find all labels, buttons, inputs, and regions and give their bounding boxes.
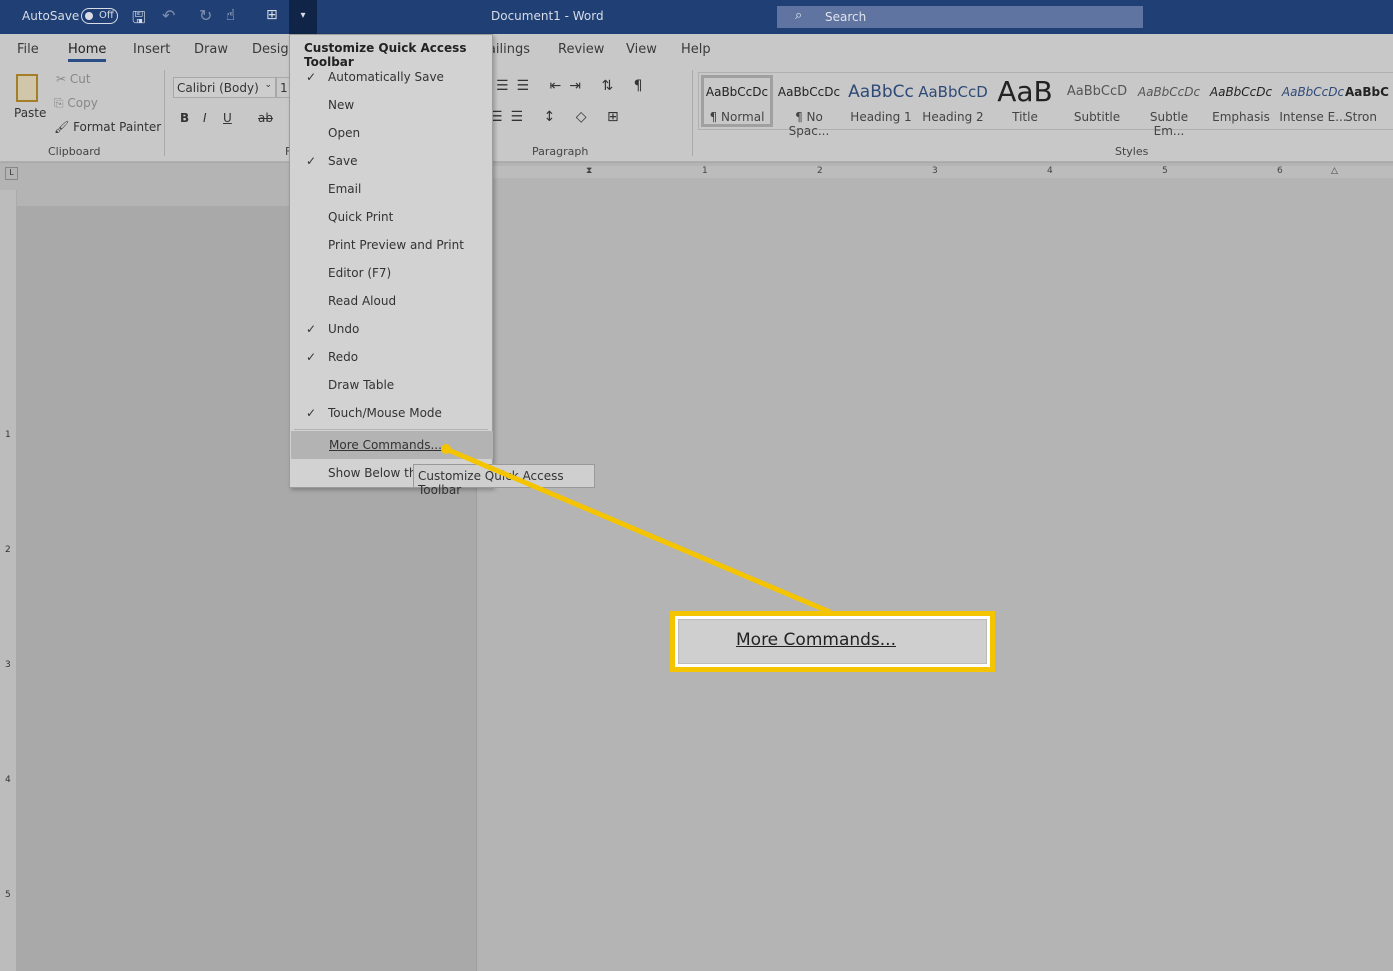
callout-label: More Commands... (736, 630, 896, 650)
callout-line (445, 446, 831, 615)
callout-arrow (441, 444, 831, 615)
callout-more-commands: More Commands... (678, 619, 987, 664)
callout-dot (441, 444, 451, 454)
callout-box: More Commands... (670, 611, 995, 672)
